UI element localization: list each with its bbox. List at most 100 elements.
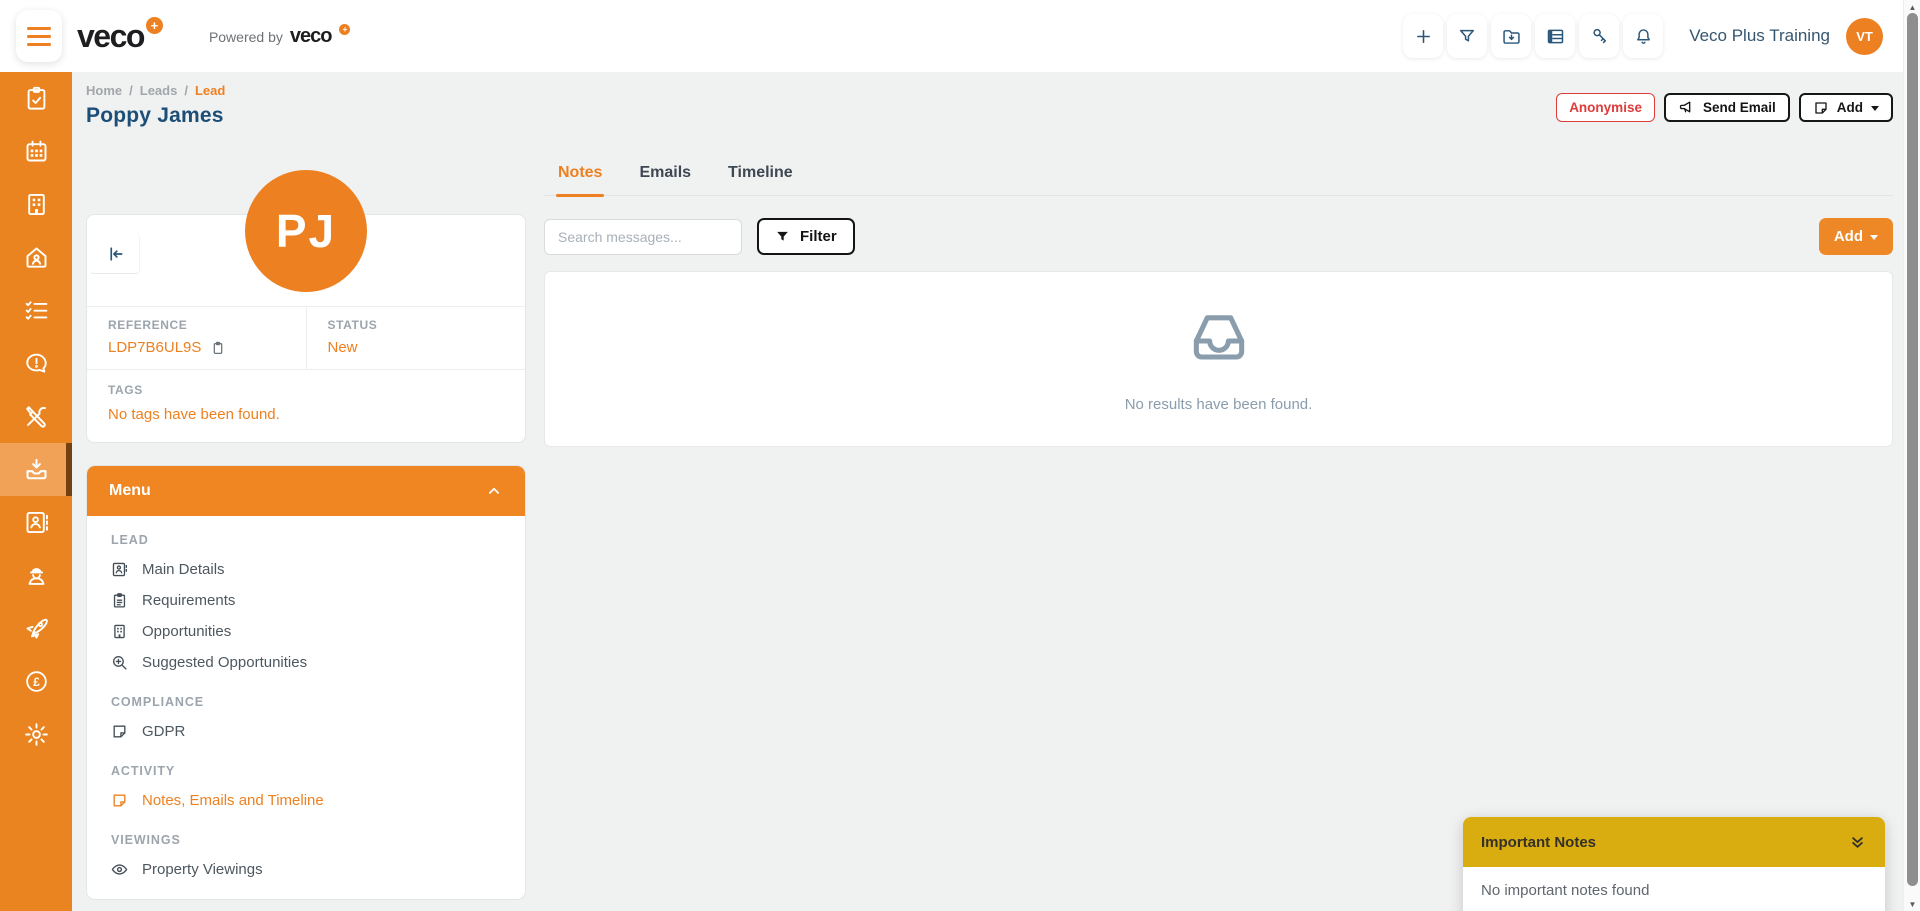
main-content: Home / Leads / Lead Poppy James Anonymis… <box>72 72 1903 911</box>
sidebar-item-checklist[interactable] <box>0 284 72 337</box>
permissions-button[interactable] <box>1579 14 1619 58</box>
sidebar-item-tasks[interactable] <box>0 72 72 125</box>
scrollbar-down-arrow[interactable]: ▼ <box>1904 897 1920 911</box>
send-email-button[interactable]: Send Email <box>1664 93 1790 122</box>
tab-notes[interactable]: Notes <box>556 159 604 195</box>
user-avatar[interactable]: VT <box>1846 18 1883 55</box>
breadcrumb-home[interactable]: Home <box>86 83 122 98</box>
breadcrumb-separator: / <box>184 83 188 98</box>
important-notes-header[interactable]: Important Notes <box>1463 817 1885 867</box>
menu-section-lead: LEAD Main Details Requirements Opportuni… <box>111 533 501 678</box>
menu-item-gdpr[interactable]: GDPR <box>111 716 501 747</box>
menu-item-property-viewings[interactable]: Property Viewings <box>111 854 501 885</box>
note-icon <box>111 723 128 740</box>
important-notes-title: Important Notes <box>1481 834 1596 851</box>
results-empty-state: No results have been found. <box>544 271 1893 447</box>
plus-icon <box>1413 26 1434 47</box>
sidebar-item-marketing[interactable] <box>0 602 72 655</box>
page-header-row: Home / Leads / Lead Poppy James Anonymis… <box>86 83 1893 128</box>
menu-item-notes-emails-timeline[interactable]: Notes, Emails and Timeline <box>111 785 501 816</box>
menu-section-label: VIEWINGS <box>111 833 501 847</box>
collapse-panel-button[interactable] <box>90 234 140 274</box>
sidebar-item-calendar[interactable] <box>0 125 72 178</box>
menu-item-opportunities[interactable]: Opportunities <box>111 616 501 647</box>
table-view-button[interactable] <box>1535 14 1575 58</box>
filter-button[interactable] <box>1447 14 1487 58</box>
menu-title: Menu <box>109 482 151 500</box>
checklist-icon <box>23 297 50 324</box>
empty-inbox-icon <box>1187 305 1251 369</box>
scrollbar-up-arrow[interactable]: ▲ <box>1904 0 1920 14</box>
send-email-label: Send Email <box>1703 100 1776 115</box>
sidebar-item-landlords[interactable] <box>0 231 72 284</box>
hamburger-menu-button[interactable] <box>16 10 62 62</box>
gear-icon <box>23 721 50 748</box>
activity-panel: Notes Emails Timeline Filter Add No resu… <box>544 159 1893 447</box>
notifications-button[interactable] <box>1623 14 1663 58</box>
important-notes-panel: Important Notes No important notes found <box>1463 817 1885 911</box>
menu-card-header[interactable]: Menu <box>87 466 525 516</box>
sidebar-item-settings[interactable] <box>0 708 72 761</box>
anonymise-button[interactable]: Anonymise <box>1556 93 1655 122</box>
search-messages-input[interactable] <box>544 219 742 255</box>
tags-empty-message: No tags have been found. <box>108 406 280 423</box>
pound-icon: £ <box>23 668 50 695</box>
contact-card-icon <box>111 561 128 578</box>
reference-value[interactable]: LDP7B6UL9S <box>108 339 201 356</box>
menu-item-suggested-opportunities[interactable]: Suggested Opportunities <box>111 647 501 678</box>
caret-down-icon <box>1870 235 1878 240</box>
add-new-button[interactable] <box>1403 14 1443 58</box>
status-cell: STATUS New <box>306 307 526 369</box>
scrollbar-thumb[interactable] <box>1907 13 1918 886</box>
breadcrumb-lead: Lead <box>195 83 225 98</box>
profile-card: PJ REFERENCE LDP7B6UL9S STATUS <box>86 214 526 443</box>
breadcrumb: Home / Leads / Lead <box>86 83 225 98</box>
veco-logo: veco + <box>77 20 163 52</box>
tab-timeline[interactable]: Timeline <box>726 159 795 195</box>
building-icon <box>23 191 50 218</box>
folder-download-icon <box>1501 26 1522 47</box>
filter-messages-button[interactable]: Filter <box>757 218 855 255</box>
sidebar-item-properties[interactable] <box>0 178 72 231</box>
caret-down-icon <box>1871 106 1879 111</box>
sidebar-item-maintenance[interactable] <box>0 390 72 443</box>
add-dropdown-button[interactable]: Add <box>1799 93 1893 122</box>
chat-alert-icon <box>23 350 50 377</box>
sidebar-item-finance[interactable]: £ <box>0 655 72 708</box>
sidebar-item-feedback[interactable] <box>0 337 72 390</box>
sidebar-item-contacts[interactable] <box>0 496 72 549</box>
menu-item-requirements[interactable]: Requirements <box>111 585 501 616</box>
app-header: veco + Powered by veco + Veco Plus Train… <box>0 0 1903 72</box>
tags-label: TAGS <box>108 383 504 397</box>
folder-download-button[interactable] <box>1491 14 1531 58</box>
home-person-icon <box>23 244 50 271</box>
important-notes-empty-message: No important notes found <box>1463 867 1885 911</box>
breadcrumb-leads[interactable]: Leads <box>140 83 178 98</box>
menu-item-label: Notes, Emails and Timeline <box>142 792 324 809</box>
powered-by-text: Powered by <box>209 29 283 45</box>
filter-funnel-icon <box>775 229 790 244</box>
menu-section-label: COMPLIANCE <box>111 695 501 709</box>
sidebar-item-contractors[interactable] <box>0 549 72 602</box>
menu-item-main-details[interactable]: Main Details <box>111 554 501 585</box>
logo-text: veco <box>77 20 144 52</box>
page-scrollbar[interactable]: ▲ ▼ <box>1903 0 1920 911</box>
filter-label: Filter <box>800 228 837 245</box>
tags-cell: TAGS No tags have been found. <box>87 370 525 442</box>
account-name[interactable]: Veco Plus Training <box>1689 26 1830 46</box>
sidebar-item-leads[interactable] <box>0 443 72 496</box>
tab-emails[interactable]: Emails <box>637 159 693 195</box>
menu-item-label: Property Viewings <box>142 861 263 878</box>
add-note-button[interactable]: Add <box>1819 218 1893 255</box>
note-icon <box>111 792 128 809</box>
building-icon <box>111 623 128 640</box>
double-chevron-down-icon <box>1848 833 1867 852</box>
main-sidebar: £ <box>0 72 72 911</box>
copy-icon[interactable] <box>210 340 226 356</box>
lead-summary-column: PJ REFERENCE LDP7B6UL9S STATUS <box>86 128 526 900</box>
tools-icon <box>23 403 50 430</box>
chevron-up-icon <box>485 482 503 500</box>
powered-by-logo: veco <box>290 26 332 46</box>
rocket-icon <box>23 615 50 642</box>
contact-book-icon <box>23 509 50 536</box>
